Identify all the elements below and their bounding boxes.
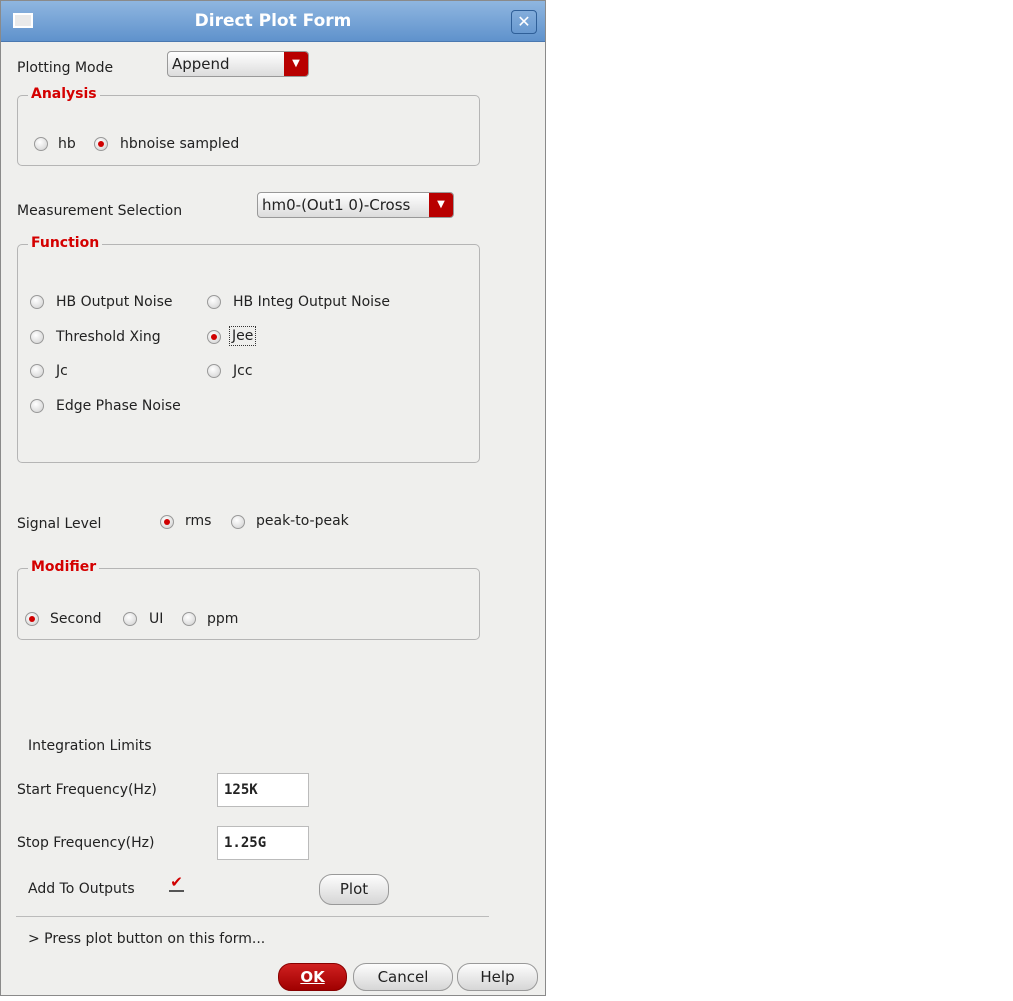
function-hb-output-noise-radio[interactable] xyxy=(30,295,44,309)
add-to-outputs-checkbox[interactable]: ✔ xyxy=(169,875,184,892)
function-jc-radio[interactable] xyxy=(30,364,44,378)
function-label: Jc xyxy=(56,363,68,379)
separator xyxy=(16,916,489,917)
function-jcc-radio[interactable] xyxy=(207,364,221,378)
analysis-hbnoise-label: hbnoise sampled xyxy=(120,136,240,152)
plot-button[interactable]: Plot xyxy=(319,874,389,905)
title-bar[interactable]: Direct Plot Form ✕ xyxy=(1,1,545,42)
modifier-second-label: Second xyxy=(50,611,102,627)
function-edge-phase-noise-radio[interactable] xyxy=(30,399,44,413)
function-label: Edge Phase Noise xyxy=(56,398,181,414)
measurement-label: Measurement Selection xyxy=(17,203,183,219)
plotting-mode-dropdown[interactable]: Append ▼ xyxy=(167,51,309,77)
function-label: HB Integ Output Noise xyxy=(233,294,390,310)
measurement-value: hm0-(Out1 0)-Cross xyxy=(262,196,411,214)
window-title: Direct Plot Form xyxy=(194,11,352,31)
direct-plot-form-window: Direct Plot Form ✕ Plotting Mode Append ▼… xyxy=(0,0,546,996)
cancel-button[interactable]: Cancel xyxy=(353,963,453,991)
analysis-hbnoise-radio[interactable] xyxy=(94,137,108,151)
signal-rms-label: rms xyxy=(185,513,212,529)
signal-peak-to-peak-label: peak-to-peak xyxy=(256,513,349,529)
modifier-ui-label: UI xyxy=(149,611,164,627)
function-label: Jee xyxy=(229,326,257,346)
analysis-hb-label: hb xyxy=(58,136,76,152)
modifier-ppm-radio[interactable] xyxy=(182,612,196,626)
signal-level-label: Signal Level xyxy=(17,516,102,532)
help-label: Help xyxy=(480,968,515,986)
measurement-dropdown[interactable]: hm0-(Out1 0)-Cross ▼ xyxy=(257,192,454,218)
function-label: Jcc xyxy=(233,363,253,379)
analysis-hb-radio[interactable] xyxy=(34,137,48,151)
function-label: Threshold Xing xyxy=(56,329,161,345)
modifier-ui-radio[interactable] xyxy=(123,612,137,626)
function-group: Function xyxy=(17,235,480,463)
chevron-down-icon: ▼ xyxy=(429,193,453,217)
plotting-mode-value: Append xyxy=(172,55,230,73)
stop-frequency-label: Stop Frequency(Hz) xyxy=(17,835,155,851)
signal-peak-to-peak-radio[interactable] xyxy=(231,515,245,529)
modifier-legend: Modifier xyxy=(28,559,100,575)
function-hb-integ-output-noise-radio[interactable] xyxy=(207,295,221,309)
function-label: HB Output Noise xyxy=(56,294,173,310)
function-jee-radio[interactable] xyxy=(207,330,221,344)
start-frequency-input[interactable]: 125K xyxy=(217,773,309,807)
chevron-down-icon: ▼ xyxy=(284,52,308,76)
analysis-group: Analysis xyxy=(17,86,480,166)
signal-rms-radio[interactable] xyxy=(160,515,174,529)
start-frequency-label: Start Frequency(Hz) xyxy=(17,782,157,798)
stop-frequency-input[interactable]: 1.25G xyxy=(217,826,309,860)
close-button[interactable]: ✕ xyxy=(511,10,537,34)
help-button[interactable]: Help xyxy=(457,963,538,991)
add-to-outputs-label: Add To Outputs xyxy=(28,881,135,897)
ok-label: OK xyxy=(300,968,325,986)
function-threshold-xing-radio[interactable] xyxy=(30,330,44,344)
modifier-ppm-label: ppm xyxy=(207,611,239,627)
ok-button[interactable]: OK xyxy=(278,963,347,991)
modifier-second-radio[interactable] xyxy=(25,612,39,626)
cancel-label: Cancel xyxy=(377,968,429,986)
modifier-group: Modifier xyxy=(17,559,480,640)
plotting-mode-label: Plotting Mode xyxy=(17,60,114,76)
status-message: > Press plot button on this form... xyxy=(28,931,266,947)
analysis-legend: Analysis xyxy=(28,86,100,102)
integration-limits-label: Integration Limits xyxy=(28,738,152,754)
function-legend: Function xyxy=(28,235,103,251)
